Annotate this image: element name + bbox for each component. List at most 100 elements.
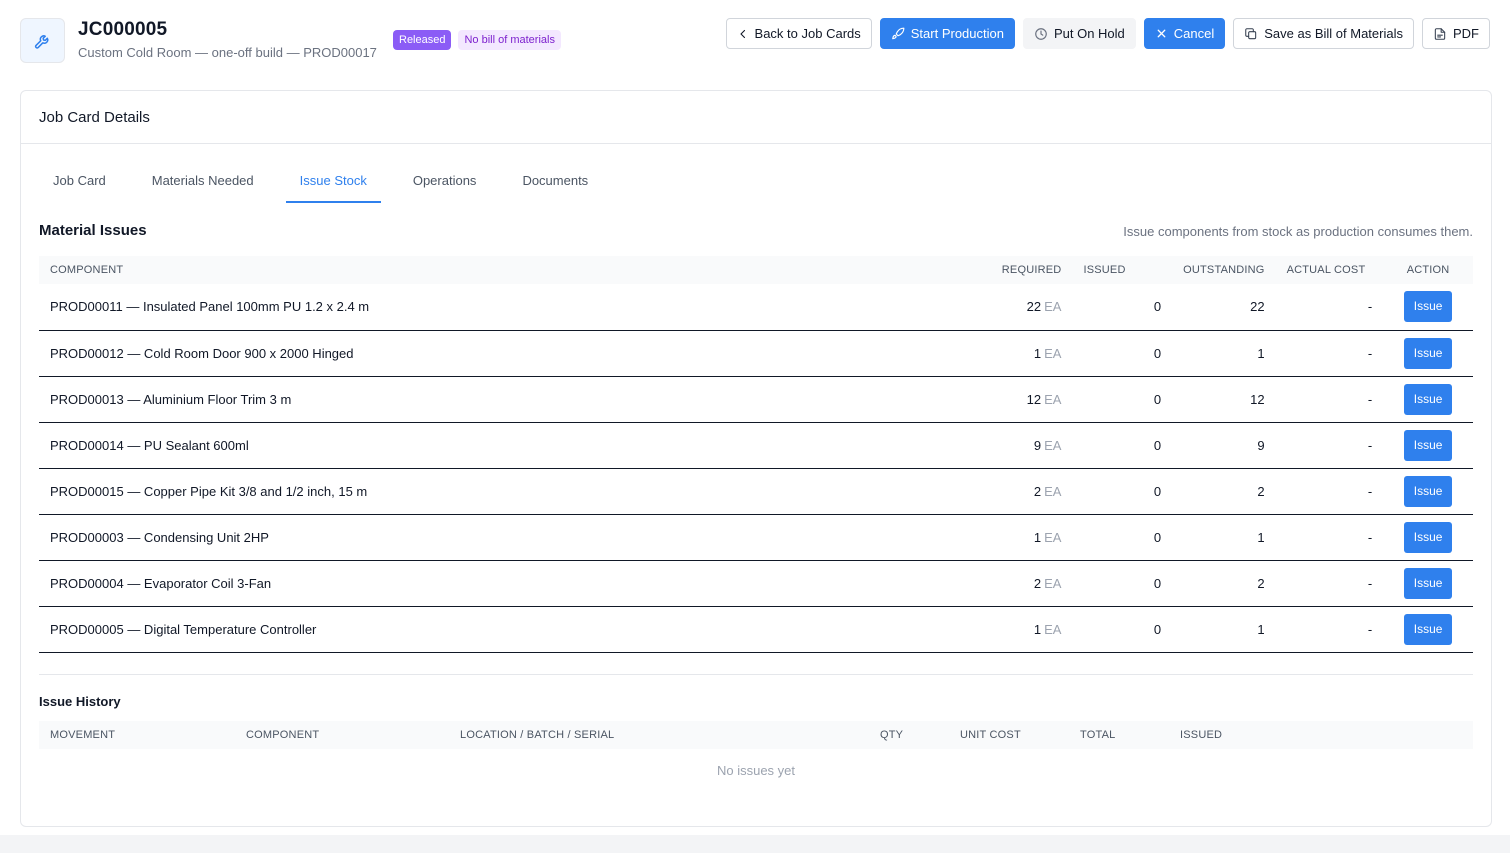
issued-cell: 0 [1072, 422, 1173, 469]
tab-documents[interactable]: Documents [508, 171, 602, 203]
issue-button[interactable]: Issue [1403, 383, 1453, 415]
cancel-label: Cancel [1173, 26, 1215, 41]
required-qty: 2 [1033, 483, 1042, 499]
tab-operations[interactable]: Operations [399, 171, 491, 203]
table-row: PROD00014 — PU Sealant 600ml 9 EA 0 9 - Issue [39, 422, 1473, 469]
column-header: Unit Cost [949, 721, 1069, 749]
tab-materials-needed[interactable]: Materials Needed [138, 171, 268, 203]
page-header: JC000005 Custom Cold Room — one-off buil… [20, 18, 1490, 64]
issue-button[interactable]: Issue [1403, 521, 1453, 553]
actual-cost-cell: - [1275, 330, 1384, 377]
required-cell: 1 EA [990, 514, 1073, 561]
card-title: Job Card Details [21, 91, 1491, 144]
outstanding-cell: 1 [1172, 330, 1276, 377]
column-header: Movement [39, 721, 235, 749]
issue-history-table: Movement Component Location / Batch / Se… [39, 721, 1473, 749]
job-card-code: JC000005 [78, 19, 168, 40]
column-header: Component [235, 721, 449, 749]
component-cell: PROD00012 — Cold Room Door 900 x 2000 Hi… [39, 330, 991, 377]
actual-cost-cell: - [1275, 376, 1384, 423]
issue-history-title: Issue History [39, 694, 121, 709]
required-qty: 1 [1033, 529, 1042, 545]
material-issues-body: PROD00011 — Insulated Panel 100mm PU 1.2… [39, 284, 1473, 653]
status-badges: Released No bill of materials [393, 30, 561, 50]
outstanding-cell: 2 [1172, 560, 1276, 607]
required-cell: 12 EA [990, 376, 1073, 423]
status-badge: Released [393, 30, 452, 50]
component-cell: PROD00014 — PU Sealant 600ml [39, 422, 991, 469]
actual-cost-cell: - [1275, 284, 1384, 331]
component-cell: PROD00004 — Evaporator Coil 3-Fan [39, 560, 991, 607]
tab-job-card[interactable]: Job Card [39, 171, 120, 203]
tab-bar: Job Card Materials Needed Issue Stock Op… [39, 171, 620, 203]
actual-cost-cell: - [1275, 606, 1384, 653]
issued-cell: 0 [1072, 468, 1173, 515]
unit-label: EA [1044, 391, 1062, 407]
action-cell: Issue [1383, 330, 1473, 377]
issue-button[interactable]: Issue [1403, 613, 1453, 645]
table-row: PROD00015 — Copper Pipe Kit 3/8 and 1/2 … [39, 468, 1473, 515]
outstanding-cell: 22 [1172, 284, 1276, 331]
table-row: PROD00005 — Digital Temperature Controll… [39, 606, 1473, 653]
issue-button[interactable]: Issue [1403, 429, 1453, 461]
unit-label: EA [1044, 621, 1062, 637]
table-row: PROD00003 — Condensing Unit 2HP 1 EA 0 1- Iss… [39, 514, 1473, 561]
actual-cost-cell: - [1275, 422, 1384, 469]
file-icon [1434, 27, 1446, 40]
unit-label: EA [1044, 299, 1062, 315]
rocket-icon [891, 27, 905, 39]
issue-button[interactable]: Issue [1403, 475, 1453, 507]
issue-button[interactable]: Issue [1403, 567, 1453, 599]
bom-badge: No bill of materials [458, 30, 561, 50]
required-cell: 2 EA [990, 560, 1073, 607]
unit-label: EA [1044, 575, 1062, 591]
save-as-bom-label: Save as Bill of Materials [1264, 26, 1403, 41]
table-row: PROD00013 — Aluminium Floor Trim 3 m 12 EA… [39, 376, 1473, 423]
action-cell: Issue [1383, 284, 1473, 331]
put-on-hold-button[interactable]: Put On Hold [1022, 18, 1136, 49]
empty-state-message: No issues yet [716, 763, 796, 778]
column-header: Actual Cost [1275, 256, 1384, 284]
material-issues-table: Component Required Issued Outstanding Ac… [39, 256, 1473, 653]
component-cell: PROD00015 — Copper Pipe Kit 3/8 and 1/2 … [39, 468, 991, 515]
save-as-bom-button[interactable]: Save as Bill of Materials [1233, 18, 1414, 49]
required-cell: 9 EA [990, 422, 1073, 469]
required-cell: 1 EA [990, 606, 1073, 653]
component-cell: PROD00005 — Digital Temperature Controll… [39, 606, 991, 653]
wrench-icon [20, 18, 65, 63]
table-row: PROD00012 — Cold Room Door 900 x 2000 Hi… [39, 330, 1473, 377]
pdf-button[interactable]: PDF [1422, 18, 1490, 49]
title-block: JC000005 Custom Cold Room — one-off buil… [78, 19, 377, 60]
required-cell: 22 EA [990, 284, 1073, 331]
header-actions: Back to Job Cards Start Production Put O… [725, 18, 1490, 49]
back-button-label: Back to Job Cards [754, 26, 861, 41]
issued-cell: 0 [1072, 606, 1173, 653]
action-cell: Issue [1383, 376, 1473, 423]
column-header: Qty [869, 721, 949, 749]
action-cell: Issue [1383, 560, 1473, 607]
copy-icon [1245, 27, 1257, 39]
required-qty: 12 [1026, 391, 1042, 407]
table-header-row: Component Required Issued Outstanding Ac… [39, 256, 1473, 284]
column-header: Required [990, 256, 1073, 284]
tab-issue-stock[interactable]: Issue Stock [285, 171, 381, 203]
start-production-button[interactable]: Start Production [879, 18, 1015, 49]
issue-button[interactable]: Issue [1403, 291, 1453, 323]
action-cell: Issue [1383, 422, 1473, 469]
column-header: Total [1069, 721, 1169, 749]
outstanding-cell: 2 [1172, 468, 1276, 515]
actual-cost-cell: - [1275, 468, 1384, 515]
component-cell: PROD00013 — Aluminium Floor Trim 3 m [39, 376, 991, 423]
unit-label: EA [1044, 437, 1062, 453]
required-qty: 2 [1033, 575, 1042, 591]
required-qty: 9 [1033, 437, 1042, 453]
outstanding-cell: 12 [1172, 376, 1276, 423]
issued-cell: 0 [1072, 330, 1173, 377]
unit-label: EA [1044, 529, 1062, 545]
required-qty: 1 [1033, 621, 1042, 637]
issue-button[interactable]: Issue [1403, 337, 1453, 369]
outstanding-cell: 1 [1172, 514, 1276, 561]
cancel-button[interactable]: Cancel [1143, 18, 1226, 49]
material-issues-title: Material Issues [39, 222, 147, 239]
back-to-job-cards-button[interactable]: Back to Job Cards [725, 18, 872, 49]
